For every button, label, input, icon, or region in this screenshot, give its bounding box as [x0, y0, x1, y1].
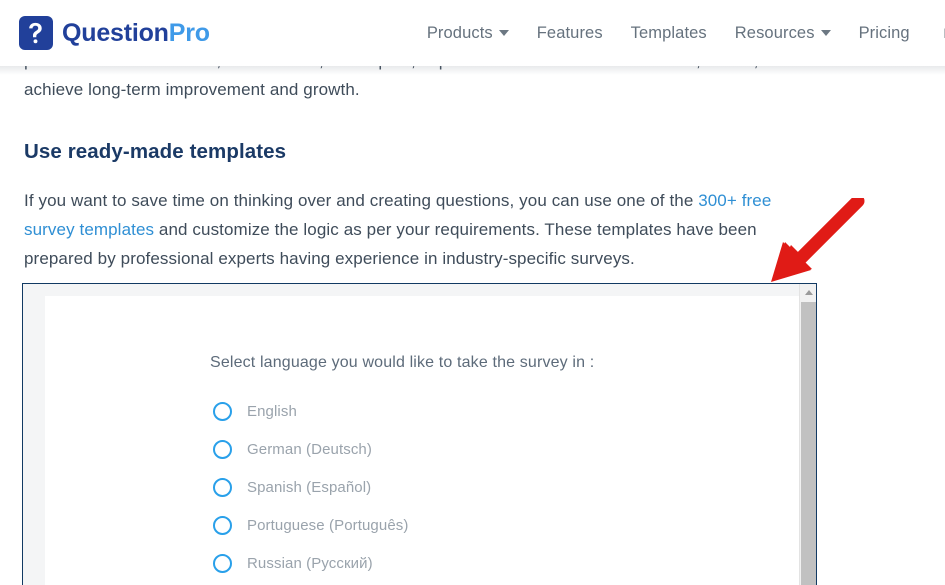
survey-card: Select language you would like to take t… [45, 296, 799, 585]
brand-word-question: Question [62, 18, 169, 47]
language-option-list: English German (Deutsch) Spanish (Españo… [213, 392, 799, 582]
nav-item-resources[interactable]: Resources [721, 24, 845, 43]
article-content: promoters and detractors, define faults,… [0, 46, 945, 273]
language-option-english[interactable]: English [213, 392, 799, 430]
brand-wordmark: QuestionPro [62, 18, 210, 47]
radio-button-icon[interactable] [213, 439, 232, 459]
scroll-up-arrow-icon [804, 290, 813, 295]
language-option-german[interactable]: German (Deutsch) [213, 430, 799, 468]
scrollbar-thumb[interactable] [801, 302, 816, 585]
page-root: promoters and detractors, define faults,… [0, 0, 945, 585]
language-option-label: English [247, 402, 297, 420]
language-option-portuguese[interactable]: Portuguese (Português) [213, 506, 799, 544]
language-option-spanish[interactable]: Spanish (Español) [213, 468, 799, 506]
section-heading: Use ready-made templates [24, 140, 287, 163]
nav-item-pricing[interactable]: Pricing [845, 24, 924, 43]
top-navigation-bar: QuestionPro Products Features Templates … [0, 0, 945, 75]
nav-item-label: Resources [734, 23, 815, 42]
language-option-russian[interactable]: Russian (Русский) [213, 544, 799, 582]
paragraph-cut-off-tail: achieve long-term improvement and growth… [24, 80, 360, 99]
chevron-down-icon [498, 30, 509, 36]
nav-item-label: Pricing [858, 23, 910, 42]
language-option-label: Portuguese (Português) [247, 516, 409, 534]
radio-button-icon[interactable] [213, 553, 232, 573]
paragraph-templates: If you want to save time on thinking ove… [24, 186, 814, 273]
survey-scrollbar[interactable] [799, 284, 816, 585]
nav-item-products[interactable]: Products [413, 24, 523, 43]
language-option-label: Spanish (Español) [247, 478, 372, 496]
embedded-survey-frame: Select language you would like to take t… [22, 283, 817, 585]
nav-item-label: Products [426, 23, 493, 42]
survey-question-text: Select language you would like to take t… [210, 354, 595, 371]
nav-item-label: Templates [630, 23, 707, 42]
radio-button-icon[interactable] [213, 401, 232, 421]
language-option-label: Russian (Русский) [247, 554, 373, 572]
brand-word-pro: Pro [168, 18, 210, 47]
main-nav: Products Features Templates Resources Pr… [413, 20, 945, 46]
nav-item-features[interactable]: Features [523, 24, 617, 43]
nav-item-label: Features [536, 23, 603, 42]
radio-button-icon[interactable] [213, 477, 232, 497]
language-option-label: German (Deutsch) [247, 440, 372, 458]
paragraph-templates-part1: If you want to save time on thinking ove… [24, 191, 699, 210]
nav-item-templates[interactable]: Templates [617, 24, 721, 43]
questionpro-logo-icon [19, 16, 53, 50]
survey-scroll-area: Select language you would like to take t… [23, 284, 799, 585]
scrollbar-up-button[interactable] [800, 284, 816, 301]
radio-button-icon[interactable] [213, 515, 232, 535]
language-selector[interactable]: EN [924, 26, 945, 41]
brand-logo[interactable]: QuestionPro [19, 16, 210, 50]
chevron-down-icon [820, 30, 831, 36]
